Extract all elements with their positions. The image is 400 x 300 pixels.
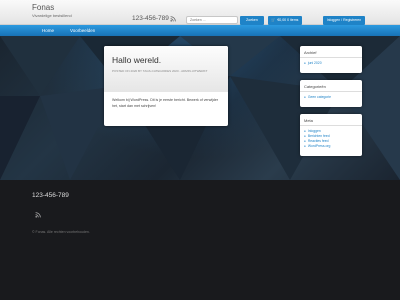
meta-widget-title: Meta	[300, 114, 362, 126]
login-register-button[interactable]: Inloggen / Registreren	[323, 16, 365, 25]
archive-item[interactable]: juni 2020	[304, 61, 358, 66]
rss-icon[interactable]	[35, 212, 41, 218]
cart-label: €0,00 0 items	[277, 18, 299, 22]
search-button[interactable]: Zoeken	[240, 16, 264, 25]
footer-phone: 123-456-789	[32, 192, 69, 199]
category-item[interactable]: Geen categorie	[304, 95, 358, 100]
content-area: Hallo wereld. Posted on 2020 by Tags-Cat…	[0, 36, 400, 180]
top-header: Fonas Vivardelige bestsillend 123-456-78…	[0, 0, 400, 25]
site-title[interactable]: Fonas	[32, 3, 54, 12]
archive-widget-title: Archief	[300, 46, 362, 58]
cart-button[interactable]: 🛒 €0,00 0 items	[268, 16, 302, 25]
nav-item-home[interactable]: Home	[42, 25, 54, 36]
meta-item-wordpress-org[interactable]: WordPress.org	[304, 144, 358, 149]
rss-icon[interactable]	[170, 16, 176, 22]
main-navigation: Home Voorbeelden	[0, 25, 400, 36]
archive-widget: Archief juni 2020	[300, 46, 362, 73]
categories-widget-title: Categorieën	[300, 80, 362, 92]
footer-copyright: © Fonas. Alle rechten voorbehouden.	[32, 230, 90, 234]
header-phone: 123-456-789	[132, 15, 169, 22]
categories-widget: Categorieën Geen categorie	[300, 80, 362, 107]
search-input[interactable]	[186, 16, 238, 24]
post-meta: Posted on 2020 by Tags-Categories 2020 -…	[112, 69, 208, 73]
post-title[interactable]: Hallo wereld.	[112, 55, 161, 65]
footer: 123-456-789 © Fonas. Alle rechten voorbe…	[0, 180, 400, 300]
nav-item-voorbeelden[interactable]: Voorbeelden	[70, 25, 95, 36]
post-header: Hallo wereld. Posted on 2020 by Tags-Cat…	[104, 46, 228, 92]
cart-icon: 🛒	[271, 18, 276, 22]
site-tagline: Vivardelige bestsillend	[32, 13, 72, 18]
post-card: Hallo wereld. Posted on 2020 by Tags-Cat…	[104, 46, 228, 126]
post-excerpt: Welkom bij WordPress. Dit is je eerste b…	[112, 98, 219, 108]
meta-widget: Meta Inloggen Berichten feed Reacties fe…	[300, 114, 362, 156]
